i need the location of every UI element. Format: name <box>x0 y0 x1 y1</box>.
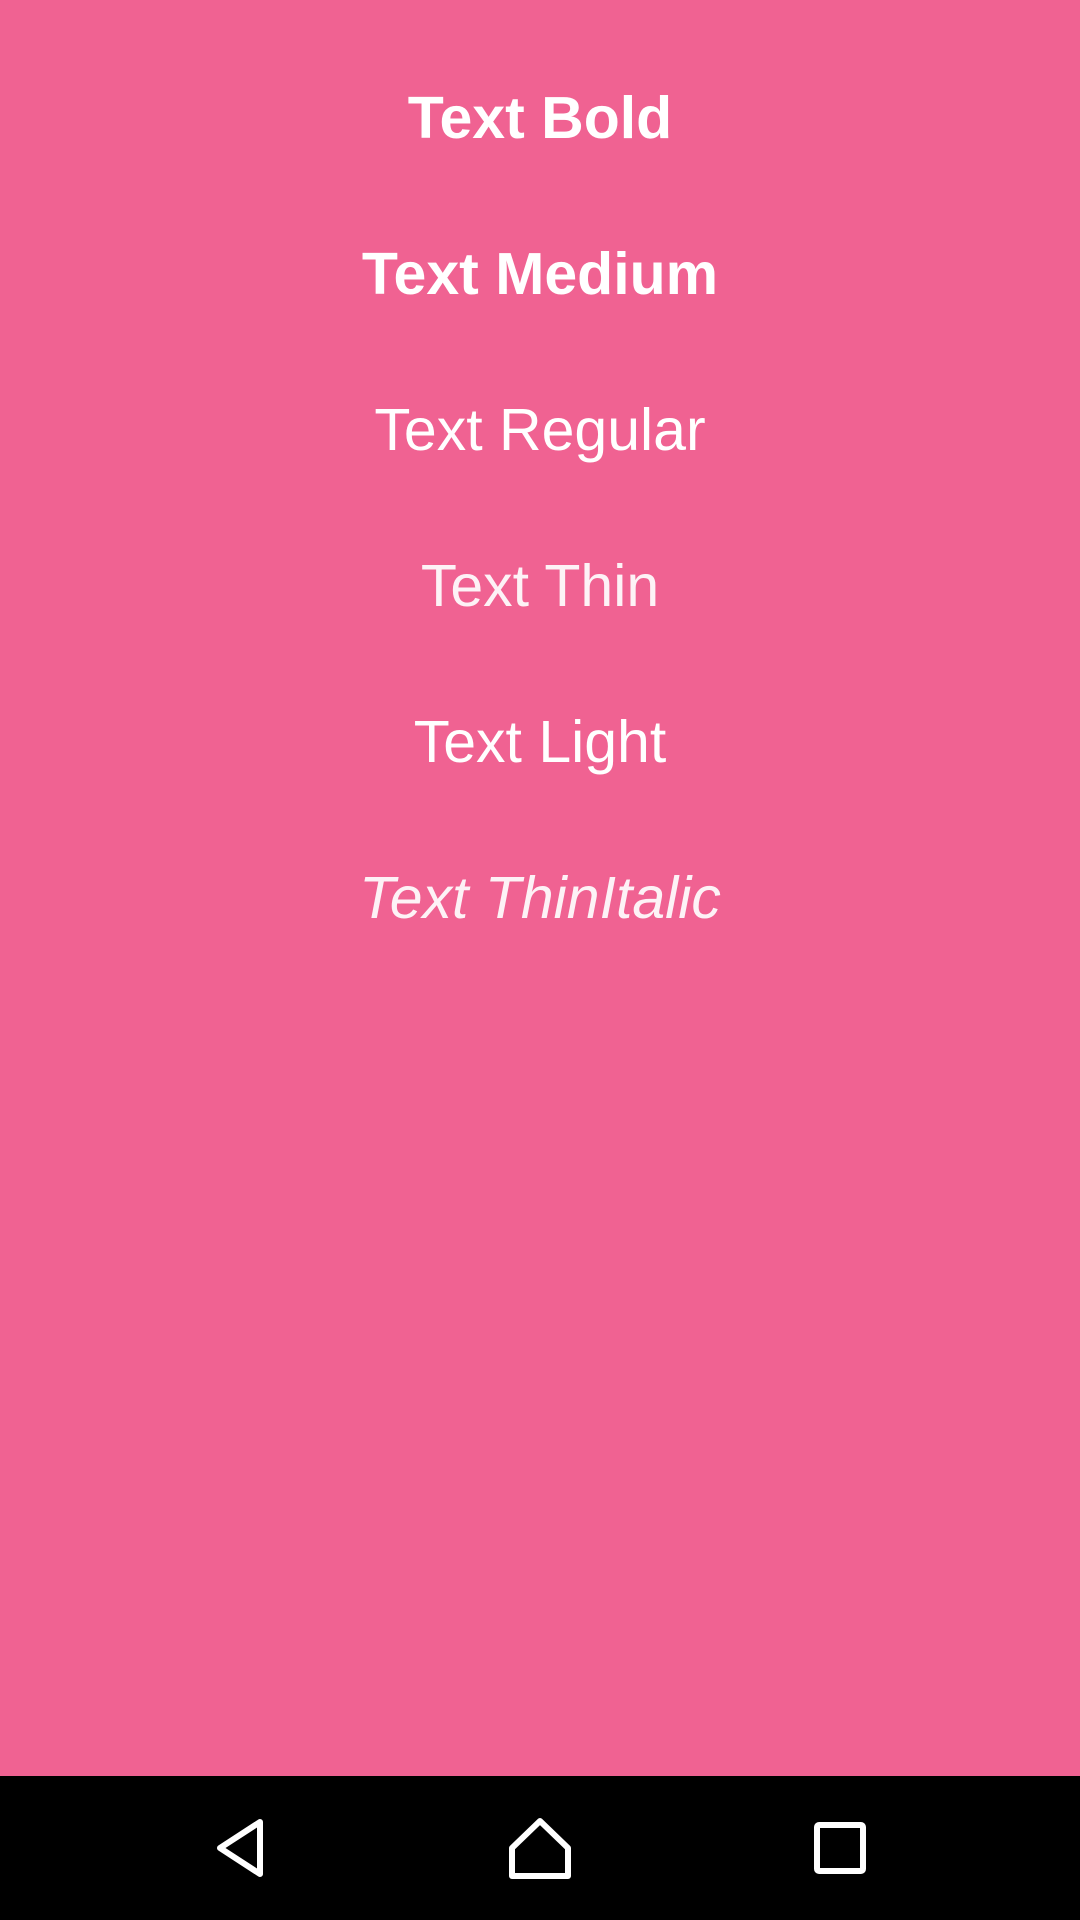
back-button[interactable] <box>150 1776 330 1920</box>
navigation-bar <box>0 1776 1080 1920</box>
home-button[interactable] <box>450 1776 630 1920</box>
text-medium-label: Text Medium <box>361 241 719 307</box>
text-thin-italic-label: Text ThinItalic <box>359 865 721 931</box>
recents-square-icon <box>814 1822 866 1874</box>
text-thin-label: Text Thin <box>420 553 660 619</box>
app-screen: Text Bold Text Medium Text Regular Text … <box>0 0 1080 1920</box>
back-triangle-icon <box>217 1819 263 1877</box>
home-icon <box>509 1818 571 1879</box>
recents-button[interactable] <box>750 1776 930 1920</box>
text-regular-label: Text Regular <box>374 397 706 463</box>
content-area: Text Bold Text Medium Text Regular Text … <box>0 0 1080 1776</box>
text-bold-label: Text Bold <box>407 85 673 151</box>
text-light-label: Text Light <box>413 709 667 775</box>
